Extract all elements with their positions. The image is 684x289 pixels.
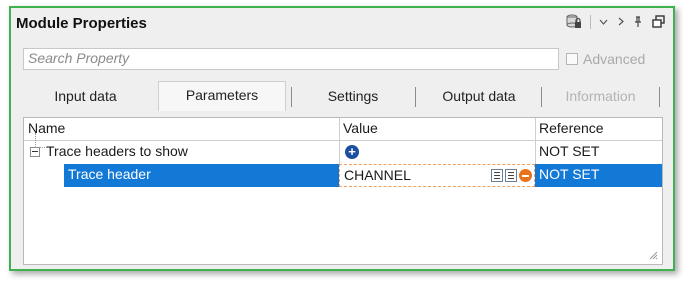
chevron-right-icon[interactable] <box>618 17 624 26</box>
title-bar: Module Properties <box>11 8 673 38</box>
row-value-editor[interactable]: CHANNEL <box>339 164 535 187</box>
column-header-name[interactable]: Name <box>24 118 339 140</box>
chevron-down-icon[interactable] <box>599 19 608 25</box>
row-name: Trace headers to show <box>46 143 188 159</box>
collapse-toggle-icon[interactable] <box>30 147 40 157</box>
tab-divider <box>415 87 416 107</box>
value-actions <box>491 169 532 182</box>
remove-item-icon[interactable] <box>519 169 532 182</box>
title-tools <box>566 14 665 29</box>
tab-input-data[interactable]: Input data <box>23 83 148 111</box>
tab-information: Information <box>565 88 636 104</box>
tree-line <box>35 133 36 147</box>
grid-header: Name Value Reference <box>24 118 662 141</box>
restore-icon[interactable] <box>652 15 665 28</box>
row-reference: NOT SET <box>535 164 662 187</box>
tab-settings[interactable]: Settings <box>293 83 413 111</box>
row-name: Trace header <box>64 164 339 187</box>
column-header-value[interactable]: Value <box>339 118 535 140</box>
row-value-text: CHANNEL <box>344 167 411 183</box>
tab-divider <box>659 87 660 107</box>
advanced-checkbox-box[interactable] <box>566 53 578 65</box>
table-row[interactable]: Trace header CHANNEL NOT SET <box>24 164 662 187</box>
resize-grip-icon[interactable] <box>648 250 658 260</box>
tab-divider <box>291 87 292 107</box>
row-value[interactable]: + <box>339 141 535 164</box>
title-tools-divider <box>590 14 591 29</box>
search-input[interactable]: Search Property <box>23 48 559 70</box>
property-grid: Name Value Reference Trace headers to sh… <box>23 117 663 265</box>
advanced-label: Advanced <box>583 51 646 67</box>
window-title: Module Properties <box>16 14 147 32</box>
table-row[interactable]: Trace headers to show + NOT SET <box>24 141 662 164</box>
edit-header-icon[interactable] <box>505 169 517 182</box>
row-reference: NOT SET <box>539 143 600 159</box>
tab-divider <box>541 87 542 107</box>
advanced-checkbox[interactable]: Advanced <box>566 51 645 67</box>
database-lock-icon[interactable] <box>566 14 582 29</box>
tab-output-data[interactable]: Output data <box>417 83 541 111</box>
pin-icon[interactable] <box>634 15 642 28</box>
select-header-icon[interactable] <box>491 169 503 182</box>
tree-line <box>35 147 49 148</box>
column-header-reference[interactable]: Reference <box>535 118 662 140</box>
module-properties-window: Module Properties Search Property Advanc… <box>9 6 675 271</box>
tab-parameters[interactable]: Parameters <box>158 81 286 111</box>
tab-bar: Input data Parameters Settings Output da… <box>23 81 663 111</box>
add-item-icon[interactable]: + <box>345 145 359 159</box>
